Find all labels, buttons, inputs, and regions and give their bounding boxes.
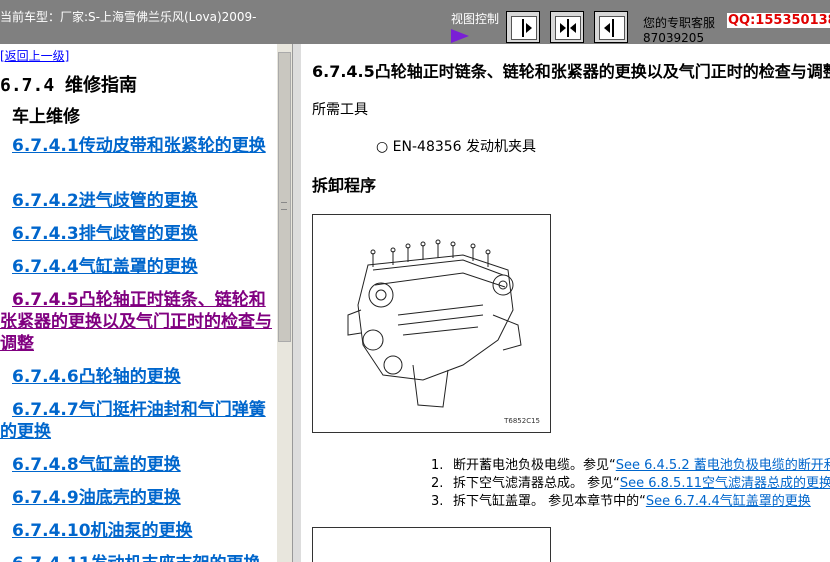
nav-item[interactable]: 6.7.4.10机油泵的更换 xyxy=(0,520,272,542)
left-nav-pane: [返回上一级] 6.7.4 维修指南 车上维修 6.7.4.1传动皮带和张紧轮的… xyxy=(0,44,277,562)
nav-subtitle: 车上维修 xyxy=(12,107,80,127)
nav-item[interactable]: 6.7.4.9油底壳的更换 xyxy=(0,487,272,509)
qq-contact[interactable]: QQ:1553501388 xyxy=(727,13,830,28)
step-text: 拆下空气滤清器总成。 参见“ xyxy=(453,476,620,491)
top-bar: 当前车型：厂家:S-上海雪佛兰乐风(Lova)2009- 视图控制 您的专职客服… xyxy=(0,0,830,45)
service-label: 您的专职客服 xyxy=(643,16,716,30)
nav-item[interactable]: 6.7.4.1传动皮带和张紧轮的更换 xyxy=(0,135,272,157)
nav-item[interactable]: 6.7.4.6凸轮轴的更换 xyxy=(0,366,272,388)
back-link[interactable]: [返回上一级] xyxy=(0,47,69,64)
step-item: 2. 拆下空气滤清器总成。 参见“See 6.8.5.11空气滤清器总成的更换 xyxy=(431,472,830,491)
nav-item[interactable]: 6.7.4.7气门挺杆油封和气门弹簧的更换 xyxy=(0,399,272,443)
engine-diagram-icon xyxy=(347,239,522,408)
view-arrow-icon xyxy=(451,29,469,43)
nav-item[interactable]: 6.7.4.2进气歧管的更换 xyxy=(0,190,272,212)
step-item: 3. 拆下气缸盖罩。 参见本章节中的“See 6.7.4.4气缸盖罩的更换 xyxy=(431,490,811,509)
grip-icon xyxy=(281,202,287,210)
nav-item[interactable]: 6.7.4.11发动机支座支架的更换 xyxy=(0,553,272,562)
scrollbar-thumb[interactable] xyxy=(278,52,291,342)
tools-label: 所需工具 xyxy=(312,102,368,118)
current-vehicle-label: 当前车型：厂家:S-上海雪佛兰乐风(Lova)2009- xyxy=(0,10,257,24)
step-number: 1. xyxy=(431,458,444,473)
step-text: 拆下气缸盖罩。 参见本章节中的“ xyxy=(453,494,646,509)
collapse-right-button[interactable] xyxy=(594,11,628,43)
panel-split-icon xyxy=(560,19,576,37)
step-link[interactable]: See 6.7.4.4气缸盖罩的更换 xyxy=(646,494,811,509)
step-link[interactable]: See 6.4.5.2 蓄电池负极电缆的断开和连接 xyxy=(616,458,830,473)
step-text: 断开蓄电池负极电缆。参见“ xyxy=(453,458,616,473)
collapse-left-button[interactable] xyxy=(506,11,540,43)
panel-right-icon xyxy=(522,19,532,37)
step-number: 2. xyxy=(431,476,444,491)
tool-name: EN-48356 发动机夹具 xyxy=(392,139,537,155)
page-title: 6.7.4.5凸轮轴正时链条、链轮和张紧器的更换以及气门正时的检查与调整 xyxy=(312,62,830,81)
section-heading: 拆卸程序 xyxy=(312,176,377,195)
phone-number: 87039205 xyxy=(643,31,705,45)
panel-left-icon xyxy=(604,19,614,37)
step-number: 3. xyxy=(431,494,444,509)
step-link[interactable]: See 6.8.5.11空气滤清器总成的更换 xyxy=(620,476,830,491)
view-control-label: 视图控制 xyxy=(451,12,500,26)
next-figure xyxy=(312,527,551,562)
engine-figure: T6852C15 xyxy=(312,214,551,433)
nav-item[interactable]: 6.7.4.4气缸盖罩的更换 xyxy=(0,256,272,278)
figure-caption: T6852C15 xyxy=(504,417,540,425)
content-pane: 6.7.4.5凸轮轴正时链条、链轮和张紧器的更换以及气门正时的检查与调整 所需工… xyxy=(301,44,830,562)
nav-item[interactable]: 6.7.4.8气缸盖的更换 xyxy=(0,454,272,476)
nav-item[interactable]: 6.7.4.3排气歧管的更换 xyxy=(0,223,272,245)
nav-item-active[interactable]: 6.7.4.5凸轮轴正时链条、链轮和张紧器的更换以及气门正时的检查与调整 xyxy=(0,289,272,355)
bullet-icon: ○ xyxy=(376,139,393,155)
tool-list-item: ○ EN-48356 发动机夹具 xyxy=(376,136,536,156)
pane-splitter[interactable] xyxy=(292,44,301,562)
step-item: 1. 断开蓄电池负极电缆。参见“See 6.4.5.2 蓄电池负极电缆的断开和连接 xyxy=(431,454,830,473)
split-view-button[interactable] xyxy=(550,11,584,43)
nav-title: 6.7.4 维修指南 xyxy=(0,75,138,96)
left-scrollbar[interactable] xyxy=(277,44,292,562)
